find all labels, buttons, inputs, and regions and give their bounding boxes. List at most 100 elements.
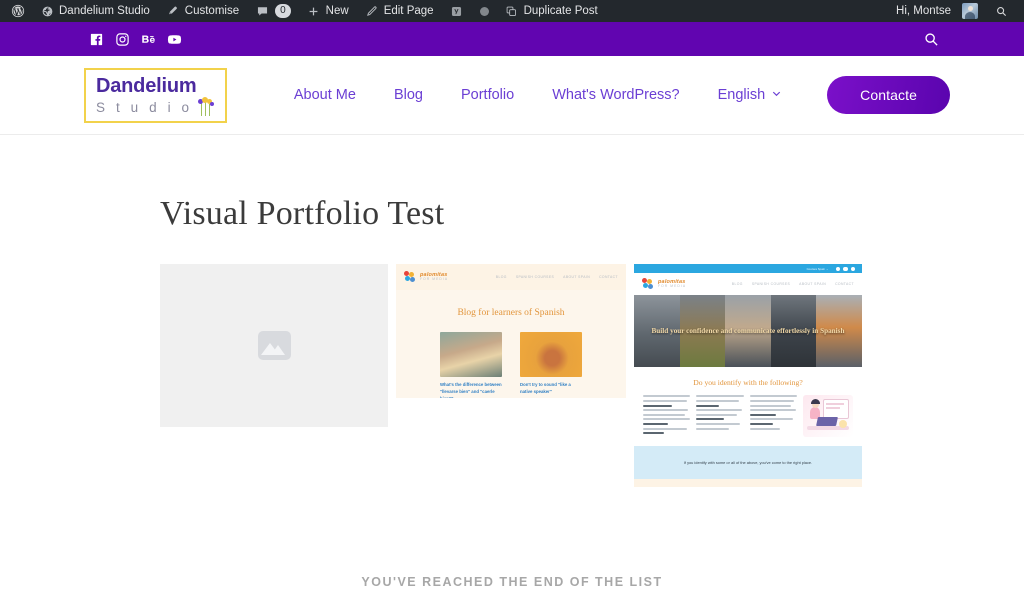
portfolio-item-3[interactable]: Courses Spain → palomitas FOR MEDIA BLOG… bbox=[634, 264, 862, 488]
nav-item-portfolio[interactable]: Portfolio bbox=[442, 87, 533, 103]
instagram-icon[interactable] bbox=[115, 32, 130, 47]
portfolio-grid: palomitas FOR MEDIA BLOG SPANISH COURSES… bbox=[160, 264, 864, 488]
plus-icon bbox=[307, 4, 321, 18]
nav-item-blog[interactable]: Blog bbox=[375, 87, 442, 103]
image-placeholder bbox=[160, 264, 388, 428]
admin-bar-customise-label: Customise bbox=[184, 5, 240, 17]
admin-bar-right-group: Hi, Montse bbox=[888, 0, 1024, 22]
screenshot-nav-item: BLOG bbox=[495, 275, 507, 280]
copy-icon bbox=[505, 4, 519, 18]
site-logo-main: Dandelium bbox=[96, 74, 197, 97]
end-of-list-message: YOU'VE REACHED THE END OF THE LIST bbox=[361, 575, 663, 589]
chevron-down-icon bbox=[771, 87, 782, 103]
contact-button[interactable]: Contacte bbox=[827, 76, 950, 114]
screenshot-blue-band: If you identify with some or all of the … bbox=[634, 446, 862, 480]
palomitas-dots-icon bbox=[404, 271, 417, 283]
avatar bbox=[962, 3, 978, 19]
admin-bar-left-group: Dandelium Studio Customise 0 New Edit Pa… bbox=[0, 0, 606, 22]
admin-bar-site-name[interactable]: Dandelium Studio bbox=[32, 0, 158, 22]
screenshot-identify-section: Do you identify with the following? bbox=[634, 367, 862, 447]
site-icon bbox=[40, 4, 54, 18]
screenshot-brand-logo: palomitas FOR MEDIA bbox=[642, 278, 686, 290]
admin-bar-edit-page[interactable]: Edit Page bbox=[357, 0, 442, 22]
screenshot-text-column bbox=[696, 395, 744, 432]
admin-bar-duplicate-post[interactable]: Duplicate Post bbox=[497, 0, 606, 22]
social-dot-icon bbox=[850, 266, 855, 272]
screenshot-text-column bbox=[643, 395, 691, 436]
screenshot-nav-item: BLOG bbox=[731, 282, 743, 287]
screenshot-nav-item: ABOUT SPAIN bbox=[563, 275, 591, 280]
screenshot-post-list: What's the difference between "llevarse … bbox=[396, 318, 626, 398]
page-title: Visual Portfolio Test bbox=[160, 195, 445, 232]
behance-icon[interactable] bbox=[141, 32, 156, 47]
site-topbar bbox=[0, 22, 1024, 56]
screenshot-hero-headline: Build your confidence and communicate ef… bbox=[651, 326, 845, 335]
admin-bar-duplicate-post-label: Duplicate Post bbox=[523, 5, 598, 17]
screenshot-nav-item: SPANISH COURSES bbox=[751, 282, 791, 287]
topbar-search-icon[interactable] bbox=[923, 31, 940, 48]
palomitas-dots-icon bbox=[642, 278, 655, 290]
screenshot-post-card: Don't try to sound "like a native speake… bbox=[520, 332, 582, 398]
screenshot-post-title: What's the difference between "llevarse … bbox=[440, 382, 502, 399]
screenshot-nav-item: ABOUT SPAIN bbox=[799, 282, 827, 287]
comment-count-badge: 0 bbox=[275, 4, 291, 18]
wordpress-logo-button[interactable] bbox=[4, 0, 32, 22]
image-placeholder-icon bbox=[257, 331, 291, 361]
site-logo-sub-row: S t u d i o bbox=[96, 96, 216, 116]
yoast-seo-icon bbox=[450, 4, 464, 18]
admin-bar-new[interactable]: New bbox=[299, 0, 357, 22]
screenshot-nav-item: SPANISH COURSES bbox=[515, 275, 555, 280]
screenshot-heading: Blog for learners of Spanish bbox=[457, 308, 565, 319]
social-dot-icon bbox=[843, 266, 848, 272]
screenshot-home-page: Courses Spain → palomitas FOR MEDIA BLOG… bbox=[634, 264, 862, 488]
admin-bar-search-button[interactable] bbox=[986, 0, 1016, 22]
illustration-woman-laptop-icon bbox=[802, 395, 853, 438]
screenshot-cream-band: ¡Hola! I'm Raquel bbox=[634, 479, 862, 488]
nav-item-language-switcher[interactable]: English bbox=[699, 87, 802, 103]
screenshot-nav-bar: palomitas FOR MEDIA BLOG SPANISH COURSES… bbox=[396, 264, 626, 291]
screenshot-nav-menu: BLOG SPANISH COURSES ABOUT SPAIN CONTACT bbox=[732, 282, 854, 286]
admin-bar-greeting: Hi, Montse bbox=[896, 5, 951, 17]
wordpress-logo-icon bbox=[11, 4, 25, 18]
screenshot-section-heading: Do you identify with the following? bbox=[693, 378, 803, 388]
admin-bar-yoast[interactable] bbox=[442, 0, 472, 22]
social-dot-icon bbox=[835, 266, 840, 272]
screenshot-post-thumbnail bbox=[520, 332, 582, 378]
portfolio-item-1[interactable] bbox=[160, 264, 388, 428]
search-icon bbox=[994, 4, 1008, 18]
nav-item-whats-wordpress[interactable]: What's WordPress? bbox=[533, 87, 698, 103]
admin-bar-my-account[interactable]: Hi, Montse bbox=[888, 0, 986, 22]
screenshot-nav-item: CONTACT bbox=[835, 282, 854, 287]
facebook-icon[interactable] bbox=[89, 32, 104, 47]
content-wrapper: Visual Portfolio Test palomitas FOR MEDI… bbox=[160, 195, 864, 589]
wp-admin-bar: Dandelium Studio Customise 0 New Edit Pa… bbox=[0, 0, 1024, 22]
screenshot-hero: Build your confidence and communicate ef… bbox=[634, 295, 862, 368]
site-logo-sub: S t u d i o bbox=[96, 99, 193, 115]
admin-bar-comments[interactable]: 0 bbox=[247, 0, 299, 22]
nav-item-language-label: English bbox=[717, 87, 766, 103]
site-logo[interactable]: Dandelium S t u d i o bbox=[84, 67, 227, 123]
screenshot-nav-bar: palomitas FOR MEDIA BLOG SPANISH COURSES… bbox=[634, 273, 862, 296]
screenshot-brand-logo: palomitas FOR MEDIA bbox=[404, 271, 448, 283]
screenshot-text-column bbox=[749, 395, 797, 432]
screenshot-blue-band-text: If you identify with some or all of the … bbox=[683, 460, 813, 466]
nav-item-about-me[interactable]: About Me bbox=[275, 87, 375, 103]
admin-bar-customise[interactable]: Customise bbox=[158, 0, 247, 22]
site-header: Dandelium S t u d i o About Me Blog Port… bbox=[0, 56, 1024, 135]
portfolio-item-2[interactable]: palomitas FOR MEDIA BLOG SPANISH COURSES… bbox=[396, 264, 626, 399]
screenshot-text-columns bbox=[643, 395, 853, 438]
youtube-icon[interactable] bbox=[167, 32, 182, 47]
screenshot-utility-label: Courses Spain → bbox=[806, 266, 829, 271]
admin-bar-edit-page-label: Edit Page bbox=[383, 5, 434, 17]
admin-bar-status-dot[interactable] bbox=[472, 0, 497, 22]
social-links bbox=[89, 32, 182, 47]
screenshot-utility-bar: Courses Spain → bbox=[634, 264, 862, 274]
screenshot-nav-item: CONTACT bbox=[599, 275, 618, 280]
circle-icon bbox=[479, 6, 489, 16]
screenshot-nav-menu: BLOG SPANISH COURSES ABOUT SPAIN CONTACT bbox=[496, 275, 618, 279]
admin-bar-new-label: New bbox=[325, 5, 349, 17]
screenshot-blog-page: palomitas FOR MEDIA BLOG SPANISH COURSES… bbox=[396, 264, 626, 399]
dandelion-flower-icon bbox=[196, 96, 216, 116]
primary-nav: About Me Blog Portfolio What's WordPress… bbox=[275, 87, 801, 103]
screenshot-post-card: What's the difference between "llevarse … bbox=[440, 332, 502, 398]
